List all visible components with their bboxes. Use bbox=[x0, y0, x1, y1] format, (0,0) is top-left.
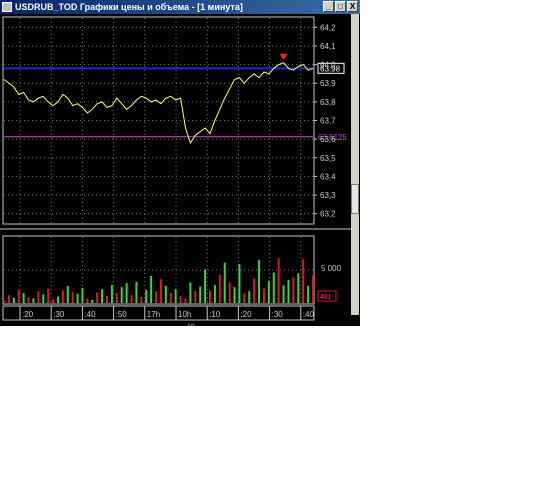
time-tick-label: :40 bbox=[303, 310, 315, 319]
maximize-button[interactable]: □ bbox=[335, 1, 346, 12]
time-tick-label: :50 bbox=[116, 310, 128, 319]
price-tick-label: 64,1 bbox=[320, 42, 336, 51]
volume-bars bbox=[3, 258, 314, 303]
price-panel-frame bbox=[2, 16, 315, 225]
price-tick-label: 64,2 bbox=[320, 23, 336, 32]
price-tick-label: 63,8 bbox=[320, 98, 336, 107]
price-line bbox=[3, 62, 314, 145]
window-title: USDRUB_TOD Графики цены и объема - [1 ми… bbox=[15, 2, 243, 12]
price-tick-label: 63,7 bbox=[320, 117, 336, 126]
time-tick-label: :20 bbox=[22, 310, 34, 319]
close-button[interactable]: X bbox=[347, 1, 358, 12]
time-tick-label: :30 bbox=[272, 310, 284, 319]
price-tick-label: 63,4 bbox=[320, 172, 336, 181]
price-tick-label: 63,9 bbox=[320, 79, 336, 88]
price-tick-label: 63,2 bbox=[320, 210, 336, 219]
price-marker-icon bbox=[279, 53, 288, 60]
title-bar[interactable]: USDRUB_TOD Графики цены и объема - [1 ми… bbox=[0, 0, 360, 14]
chart-canvas[interactable]: 63,9863,6125 64,264,164,063,963,863,763,… bbox=[0, 14, 360, 326]
vertical-scrollbar[interactable] bbox=[351, 14, 359, 315]
price-tick-label: 64,0 bbox=[320, 61, 336, 70]
last-volume-label: 481 bbox=[320, 294, 332, 301]
price-tick-label: 63,5 bbox=[320, 154, 336, 163]
minimize-button[interactable]: _ bbox=[323, 1, 334, 12]
volume-tick-label: 5 000 bbox=[321, 264, 342, 273]
date-label: 19 bbox=[187, 324, 195, 326]
time-tick-label: :20 bbox=[240, 310, 252, 319]
volume-panel-frame bbox=[2, 235, 315, 305]
price-axis: 64,2 64,1 64,0 63,9 63,8 63,7 63,6 63,5 63,4 63,3… bbox=[314, 23, 336, 219]
volume-axis: 5 000 481 bbox=[317, 264, 342, 302]
time-tick-label: 10h bbox=[178, 310, 191, 319]
time-tick-label: :10 bbox=[209, 310, 221, 319]
time-tick-label: 17h bbox=[147, 310, 160, 319]
price-tick-label: 63,6 bbox=[320, 135, 336, 144]
grid bbox=[4, 18, 313, 303]
time-tick-label: :30 bbox=[53, 310, 65, 319]
price-line-group bbox=[3, 53, 314, 145]
time-tick-label: :40 bbox=[84, 310, 96, 319]
price-tick-label: 63,3 bbox=[320, 191, 336, 200]
scrollbar-thumb[interactable] bbox=[351, 184, 359, 214]
chart-window: USDRUB_TOD Графики цены и объема - [1 ми… bbox=[0, 0, 360, 326]
app-icon bbox=[2, 2, 12, 12]
